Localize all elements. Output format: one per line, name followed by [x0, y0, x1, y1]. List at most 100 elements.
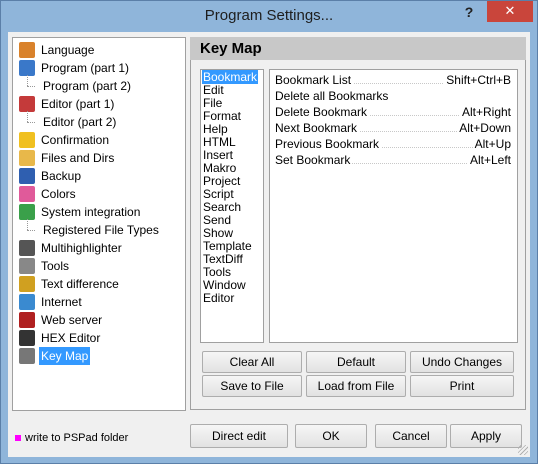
colors-icon — [19, 186, 35, 202]
tree-item-label: Tools — [41, 259, 70, 273]
tree-item[interactable]: System integration — [19, 203, 142, 221]
tree-item[interactable]: Program (part 1) — [19, 59, 131, 77]
tree-item-label: Files and Dirs — [41, 151, 115, 165]
backup-icon — [19, 168, 35, 184]
print-button[interactable]: Print — [410, 375, 514, 397]
title-bar: Program Settings... ? ✕ — [1, 1, 537, 32]
clear-all-button[interactable]: Clear All — [202, 351, 302, 373]
default-button[interactable]: Default — [306, 351, 406, 373]
direct-edit-button[interactable]: Direct edit — [190, 424, 288, 448]
category-label: Bookmark — [202, 70, 259, 84]
close-button[interactable]: ✕ — [487, 1, 533, 22]
command-name: Set Bookmark — [275, 153, 353, 167]
command-name: Next Bookmark — [275, 121, 360, 135]
help-button[interactable]: ? — [460, 4, 478, 24]
panel-title: Key Map — [190, 37, 526, 60]
category-label: TextDiff — [203, 252, 243, 266]
cancel-button[interactable]: Cancel — [375, 424, 447, 448]
command-list[interactable]: Bookmark List Shift+Ctrl+B Delete all Book… — [269, 69, 518, 343]
tree-connector — [27, 75, 28, 86]
feather-icon — [19, 312, 35, 328]
category-label: Template — [203, 239, 252, 253]
category-label: Makro — [203, 161, 237, 175]
tree-item[interactable]: Confirmation — [19, 131, 111, 149]
tree-item-label: Editor (part 1) — [41, 97, 115, 111]
category-label: Search — [203, 200, 242, 214]
category-label: Editor — [203, 291, 235, 305]
dialog-client: Language Program (part 1) Program (part 2)… — [8, 32, 530, 457]
highlighter-icon — [19, 240, 35, 256]
tree-item[interactable]: Tools — [19, 257, 71, 275]
command-name: Delete Bookmark — [275, 105, 370, 119]
category-label: File — [203, 96, 223, 110]
save-to-file-button[interactable]: Save to File — [202, 375, 302, 397]
footer-note-label: write to PSPad folder — [25, 432, 129, 444]
tree-item[interactable]: Web server — [19, 311, 104, 329]
tree-item[interactable]: Key Map — [19, 347, 91, 365]
text-diff-icon — [19, 276, 35, 292]
category-list[interactable]: Bookmark Edit File Format Help HTML Insert Makr… — [200, 69, 264, 343]
tree-item-label: Colors — [41, 187, 76, 201]
category-label: Help — [203, 122, 228, 136]
editor-icon — [19, 96, 35, 112]
tree-item-label: Text difference — [41, 277, 119, 291]
category-label: Insert — [203, 148, 234, 162]
tree-item[interactable]: Backup — [19, 167, 83, 185]
load-from-file-button[interactable]: Load from File — [306, 375, 406, 397]
resize-grip[interactable] — [518, 445, 528, 455]
apply-button[interactable]: Apply — [450, 424, 522, 448]
category-label: Format — [203, 109, 242, 123]
tree-item[interactable]: Language — [19, 41, 96, 59]
category-label: Edit — [203, 83, 224, 97]
category-item[interactable]: Editor — [201, 292, 263, 305]
tree-item[interactable]: Text difference — [19, 275, 121, 293]
command-shortcut: Alt+Right — [459, 104, 511, 120]
language-icon — [19, 42, 35, 58]
command-shortcut: Shift+Ctrl+B — [444, 72, 511, 88]
ok-button[interactable]: OK — [295, 424, 367, 448]
tree-item[interactable]: Editor (part 1) — [19, 95, 116, 113]
command-name: Previous Bookmark — [275, 137, 382, 151]
globe-icon — [19, 294, 35, 310]
tree-connector — [27, 230, 35, 231]
tree-item[interactable]: Files and Dirs — [19, 149, 116, 167]
tree-item[interactable]: Internet — [19, 293, 84, 311]
tree-item[interactable]: Editor (part 2) — [41, 113, 118, 131]
tree-item[interactable]: HEX Editor — [19, 329, 102, 347]
command-row[interactable]: Delete Bookmark Alt+Right — [270, 104, 517, 120]
marker-icon — [15, 435, 21, 441]
command-row[interactable]: Set Bookmark Alt+Left — [270, 152, 517, 168]
tree-item-label: Editor (part 2) — [43, 115, 117, 129]
tree-item-label: Internet — [41, 295, 82, 309]
tree-item-label: Multihighlighter — [41, 241, 122, 255]
settings-window: Program Settings... ? ✕ Language Program … — [0, 0, 538, 464]
program-icon — [19, 60, 35, 76]
tree-item-label: Program (part 1) — [41, 61, 130, 75]
tools-icon — [19, 258, 35, 274]
tree-item[interactable]: Program (part 2) — [41, 77, 133, 95]
command-row[interactable]: Next Bookmark Alt+Down — [270, 120, 517, 136]
tree-item-label: Backup — [41, 169, 82, 183]
tree-connector — [27, 111, 28, 122]
command-shortcut: Alt+Down — [457, 120, 511, 136]
tree-connector — [27, 86, 35, 87]
tree-item[interactable]: Multihighlighter — [19, 239, 124, 257]
tree-item-label: Confirmation — [41, 133, 110, 147]
category-label: Script — [203, 187, 234, 201]
tree-item[interactable]: Registered File Types — [41, 221, 161, 239]
tree-item-label: HEX Editor — [41, 331, 101, 345]
command-row[interactable]: Delete all Bookmarks — [270, 88, 517, 104]
tree-item-label: Key Map — [39, 347, 91, 365]
settings-tree[interactable]: Language Program (part 1) Program (part 2)… — [12, 37, 186, 411]
command-row[interactable]: Previous Bookmark Alt+Up — [270, 136, 517, 152]
command-row[interactable]: Bookmark List Shift+Ctrl+B — [270, 72, 517, 88]
undo-changes-button[interactable]: Undo Changes — [410, 351, 514, 373]
tree-item[interactable]: Colors — [19, 185, 78, 203]
tree-connector — [27, 122, 35, 123]
category-label: HTML — [203, 135, 236, 149]
command-shortcut: Alt+Up — [472, 136, 511, 152]
tree-item-label: Registered File Types — [43, 223, 159, 237]
command-shortcut: Alt+Left — [467, 152, 511, 168]
category-label: Show — [203, 226, 234, 240]
tree-connector — [27, 219, 28, 230]
